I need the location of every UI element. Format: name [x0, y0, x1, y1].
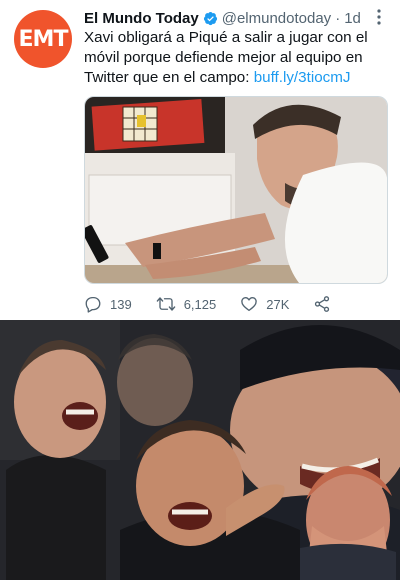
tweet-card[interactable]: EMT El Mundo Today @elmundotoday · 1d Xa… — [0, 0, 400, 320]
tweet-actions: 139 6,125 27K — [84, 292, 364, 316]
reply-button[interactable]: 139 — [84, 295, 132, 313]
share-button[interactable] — [313, 295, 339, 313]
author-name[interactable]: El Mundo Today — [84, 10, 199, 27]
tweet-link[interactable]: buff.ly/3tiocmJ — [254, 69, 351, 86]
author-handle[interactable]: @elmundotoday — [222, 10, 331, 27]
more-icon[interactable] — [376, 8, 382, 26]
reply-icon — [85, 296, 101, 313]
retweet-count: 6,125 — [183, 296, 217, 312]
verified-icon — [203, 11, 217, 25]
reply-count: 139 — [110, 296, 132, 312]
tweet-header: El Mundo Today @elmundotoday · 1d — [84, 8, 390, 28]
retweet-icon — [156, 297, 176, 311]
avatar[interactable]: EMT — [14, 10, 72, 68]
tweet-media-image[interactable] — [84, 96, 388, 284]
retweet-button[interactable]: 6,125 — [156, 295, 217, 313]
avatar-logo-text: EMT — [18, 26, 69, 52]
media-photo — [85, 97, 387, 283]
share-icon — [315, 296, 330, 312]
meme-photo — [0, 320, 400, 580]
like-button[interactable]: 27K — [240, 295, 289, 313]
tweet-time[interactable]: 1d — [344, 10, 361, 27]
tweet-text: Xavi obligará a Piqué a salir a jugar co… — [84, 28, 394, 88]
like-count: 27K — [266, 296, 290, 312]
like-icon — [241, 297, 258, 312]
meme-image-laughing-faces — [0, 320, 400, 580]
separator-dot: · — [335, 9, 341, 27]
